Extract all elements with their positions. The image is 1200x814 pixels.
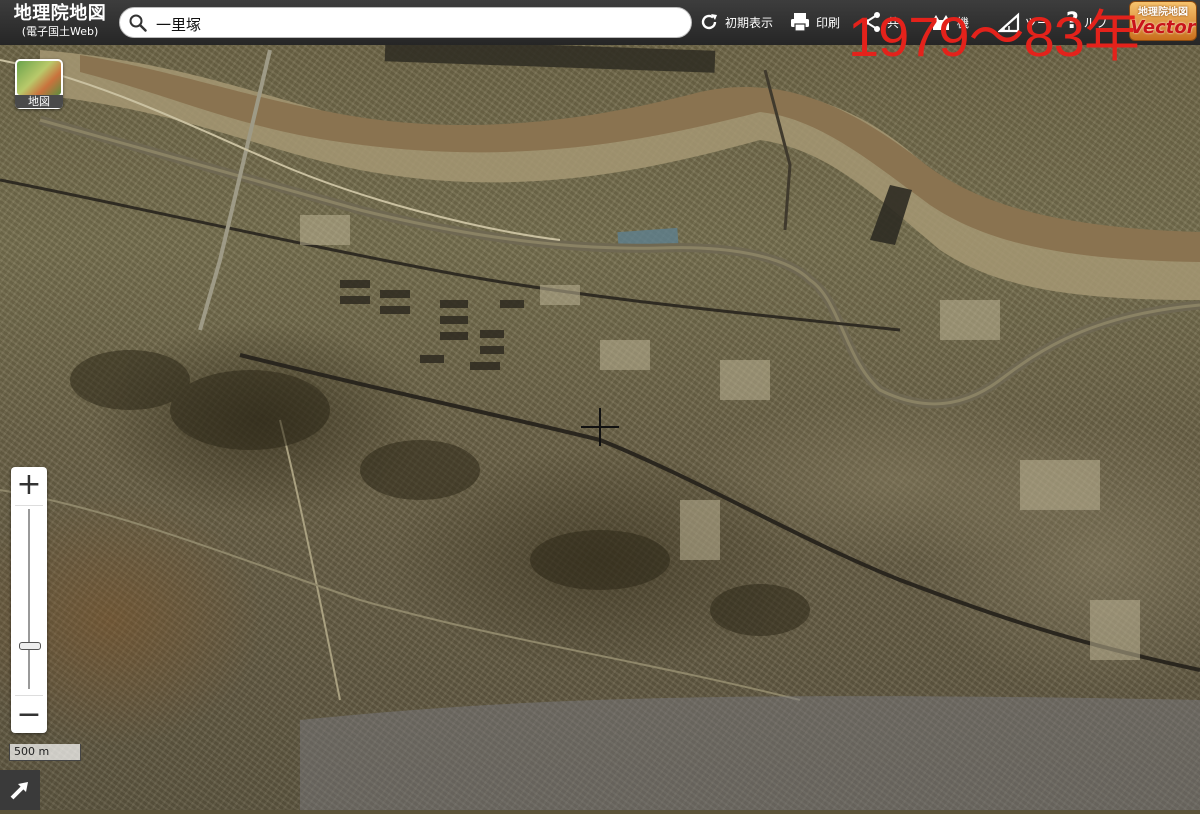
arrow-up-right-icon: [0, 782, 40, 814]
search-input[interactable]: [154, 11, 678, 37]
scale-bar: 500 m: [9, 744, 81, 761]
zoom-out-button[interactable]: −: [11, 697, 47, 733]
apartment-blocks: [340, 280, 524, 370]
badge-vector-text: Vector: [1130, 17, 1196, 38]
printer-icon: [789, 11, 811, 33]
vector-map-badge[interactable]: 地理院地図 Vector: [1129, 1, 1197, 41]
zoom-separator: [15, 695, 43, 696]
reset-view-button[interactable]: 初期表示: [698, 8, 773, 36]
zoom-slider-handle[interactable]: [19, 641, 41, 650]
zoom-in-button[interactable]: +: [11, 467, 47, 503]
app-subtitle: (電子国土Web): [21, 25, 99, 38]
app-logo[interactable]: 地理院地図 (電子国土Web): [4, 3, 116, 39]
app-title: 地理院地図: [13, 3, 107, 24]
map-thumbnail-icon: [17, 61, 61, 95]
search-icon[interactable]: [129, 14, 147, 32]
forest-hills: [70, 350, 810, 636]
layer-button-label: 地図: [15, 95, 63, 108]
reset-view-label: 初期表示: [725, 15, 774, 30]
aerial-map[interactable]: [0, 0, 1200, 810]
zoom-slider-track[interactable]: [28, 509, 30, 689]
dense-urban-area: [300, 696, 1200, 810]
search-box[interactable]: [119, 7, 692, 38]
layer-switch-button[interactable]: 地図: [15, 59, 63, 109]
center-crosshair: [581, 408, 619, 446]
refresh-icon: [698, 11, 720, 33]
zoom-separator: [15, 505, 43, 506]
zoom-control: + −: [11, 467, 47, 733]
print-label: 印刷: [816, 15, 841, 30]
road: [279, 419, 341, 701]
badge-title: 地理院地図: [1138, 7, 1188, 18]
expand-panel-button[interactable]: [0, 770, 40, 810]
era-label: 1979〜83年: [848, 5, 1140, 68]
map-features: [0, 39, 1200, 810]
print-button[interactable]: 印刷: [789, 8, 840, 36]
